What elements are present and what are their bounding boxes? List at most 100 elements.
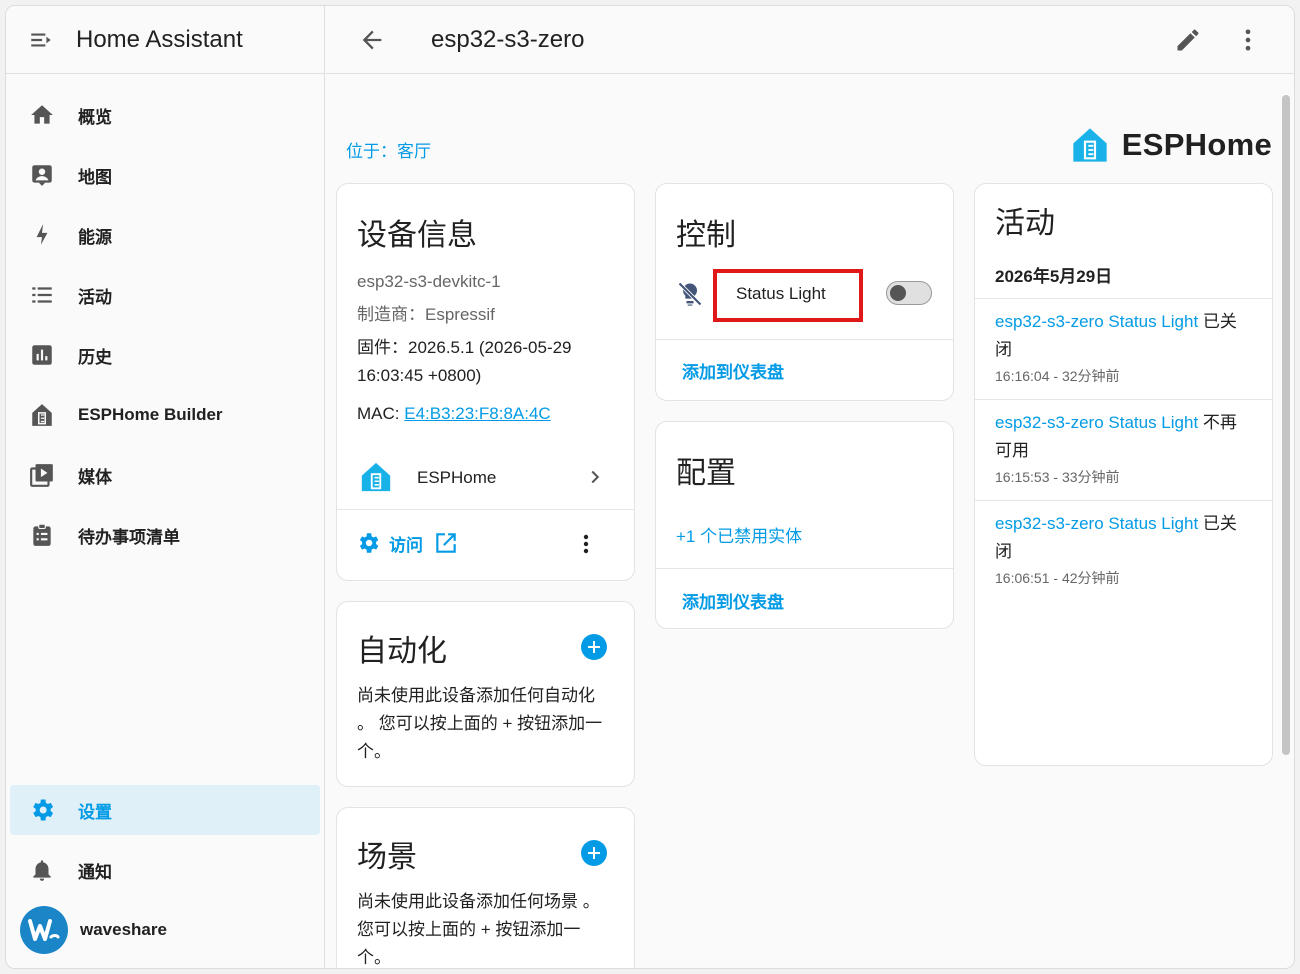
sidebar-item-media[interactable]: 媒体 xyxy=(10,450,320,500)
card-title: 自动化 xyxy=(357,635,447,668)
user-name: waveshare xyxy=(80,920,167,939)
text-line: 个。 xyxy=(357,742,391,761)
sidebar-item-notifications[interactable]: 通知 xyxy=(10,845,320,895)
sidebar-item-label: 设置 xyxy=(78,802,112,822)
firmware-line-2: 16:03:45 +0800) xyxy=(357,366,482,385)
firmware-line-1: 固件：2026.5.1 (2026-05-29 xyxy=(357,338,572,357)
waveshare-logo-icon xyxy=(28,919,60,941)
avatar xyxy=(20,906,68,954)
back-arrow-icon[interactable] xyxy=(358,26,386,54)
activity-action: 可用 xyxy=(995,441,1029,460)
add-automation-button[interactable] xyxy=(581,634,607,660)
scene-card: 场景 尚未使用此设备添加任何场景 。 您可以按上面的 + 按钮添加一 个。 xyxy=(336,807,635,968)
activity-date: 2026年5月29日 xyxy=(995,267,1113,286)
add-scene-button[interactable] xyxy=(581,840,607,866)
gear-icon xyxy=(359,533,379,553)
mac-label: MAC: xyxy=(357,404,405,423)
sidebar-item-settings[interactable]: 设置 xyxy=(10,785,320,835)
activity-entity-link[interactable]: esp32-s3-zero Status Light xyxy=(995,413,1198,432)
esphome-icon xyxy=(28,401,56,429)
mac-link[interactable]: E4:B3:23:F8:8A:4C xyxy=(404,404,550,423)
device-manufacturer: 制造商：Espressif xyxy=(357,305,495,324)
text-line: 个。 xyxy=(357,948,391,967)
device-model: esp32-s3-devkitc-1 xyxy=(357,272,501,291)
pencil-icon[interactable] xyxy=(1174,26,1202,54)
chevron-right-icon xyxy=(591,470,600,484)
text-line: 尚未使用此设备添加任何场景 。 xyxy=(357,892,600,911)
brand-name: ESPHome xyxy=(1121,127,1272,162)
sidebar-item-label: 概览 xyxy=(78,107,112,127)
toggle-knob xyxy=(890,285,906,301)
sidebar-item-overview[interactable]: 概览 xyxy=(10,90,320,140)
home-icon xyxy=(28,101,56,129)
esphome-icon xyxy=(361,462,391,492)
activity-action: 闭 xyxy=(995,340,1012,359)
visit-link[interactable]: 访问 xyxy=(355,530,459,556)
activity-time: 16:06:51 - 42分钟前 xyxy=(995,570,1120,586)
automation-empty-text: 尚未使用此设备添加任何自动化 。 您可以按上面的 + 按钮添加一 个。 xyxy=(357,682,602,766)
esphome-logo-icon xyxy=(1073,128,1107,162)
card-title: 控制 xyxy=(676,219,736,252)
sidebar-item-label: 待办事项清单 xyxy=(78,527,180,547)
chart-icon xyxy=(28,341,56,369)
activity-entity-link[interactable]: esp32-s3-zero Status Light xyxy=(995,514,1198,533)
status-light-toggle[interactable] xyxy=(886,281,932,305)
app-window: Home Assistant 概览 地图 能源 活动 历史 ESPHome Bu… xyxy=(5,5,1295,969)
main-content: 位于：客厅 ESPHome 设备信息 esp32-s3-devkitc-1 制造… xyxy=(326,75,1294,968)
sidebar-item-label: 能源 xyxy=(78,227,112,247)
menu-icon[interactable] xyxy=(28,27,54,53)
add-to-dashboard-button[interactable]: 添加到仪表盘 xyxy=(682,588,784,613)
sidebar-item-label: 活动 xyxy=(78,287,112,307)
activity-action: 已关 xyxy=(1198,514,1237,533)
sidebar-item-esphome-builder[interactable]: ESPHome Builder xyxy=(10,390,320,440)
sidebar-header: Home Assistant xyxy=(6,6,324,74)
automation-card: 自动化 尚未使用此设备添加任何自动化 。 您可以按上面的 + 按钮添加一 个。 xyxy=(336,601,635,787)
plus-icon xyxy=(588,641,600,653)
scrollbar[interactable] xyxy=(1282,95,1290,755)
sidebar-item-label: ESPHome Builder xyxy=(78,405,223,424)
sidebar-title: Home Assistant xyxy=(76,25,243,53)
sidebar-item-label: 历史 xyxy=(78,347,112,367)
activity-action: 不再 xyxy=(1198,413,1237,432)
open-in-new-icon xyxy=(436,533,456,553)
disabled-entities-link[interactable]: +1 个已禁用实体 xyxy=(676,522,802,547)
map-icon xyxy=(28,161,56,189)
sidebar-item-label: 通知 xyxy=(78,862,112,882)
sidebar-item-todo[interactable]: 待办事项清单 xyxy=(10,510,320,560)
activity-card: 活动 2026年5月29日 esp32-s3-zero Status Light… xyxy=(974,183,1273,766)
divider xyxy=(975,399,1272,400)
activity-entry: esp32-s3-zero Status Light 已关闭 16:16:04 … xyxy=(995,308,1252,386)
sidebar-item-energy[interactable]: 能源 xyxy=(10,210,320,260)
gear-icon xyxy=(28,796,56,824)
lightbulb-off-icon xyxy=(678,282,702,306)
activity-action: 已关 xyxy=(1198,312,1237,331)
integration-brand: ESPHome xyxy=(1070,125,1272,165)
card-title: 设备信息 xyxy=(357,219,477,252)
sidebar-item-profile[interactable]: waveshare xyxy=(10,905,320,955)
activity-time: 16:15:53 - 33分钟前 xyxy=(995,469,1120,485)
add-to-dashboard-button[interactable]: 添加到仪表盘 xyxy=(682,358,784,383)
area-link[interactable]: 位于：客厅 xyxy=(346,137,431,162)
activity-entity-link[interactable]: esp32-s3-zero Status Light xyxy=(995,312,1198,331)
more-vertical-icon[interactable] xyxy=(1234,26,1262,54)
divider xyxy=(975,500,1272,501)
list-icon xyxy=(28,281,56,309)
sidebar: Home Assistant 概览 地图 能源 活动 历史 ESPHome Bu… xyxy=(6,6,325,968)
text-line: 您可以按上面的 + 按钮添加一 xyxy=(357,920,581,939)
lightning-icon xyxy=(28,221,56,249)
device-info-card: 设备信息 esp32-s3-devkitc-1 制造商：Espressif 固件… xyxy=(336,183,635,581)
sidebar-item-logbook[interactable]: 活动 xyxy=(10,270,320,320)
activity-entry: esp32-s3-zero Status Light 不再可用 16:15:53… xyxy=(995,409,1252,487)
divider xyxy=(337,509,634,510)
sidebar-item-label: 媒体 xyxy=(78,467,112,487)
plus-icon xyxy=(588,847,600,859)
text-line: 尚未使用此设备添加任何自动化 xyxy=(357,686,595,705)
integration-row[interactable]: ESPHome xyxy=(337,454,634,506)
visit-label: 访问 xyxy=(389,535,423,555)
sidebar-item-map[interactable]: 地图 xyxy=(10,150,320,200)
sidebar-item-history[interactable]: 历史 xyxy=(10,330,320,380)
divider xyxy=(656,339,953,340)
sidebar-item-label: 地图 xyxy=(78,167,112,187)
config-card: 配置 +1 个已禁用实体 添加到仪表盘 xyxy=(655,421,954,629)
more-vertical-icon[interactable] xyxy=(574,532,598,556)
